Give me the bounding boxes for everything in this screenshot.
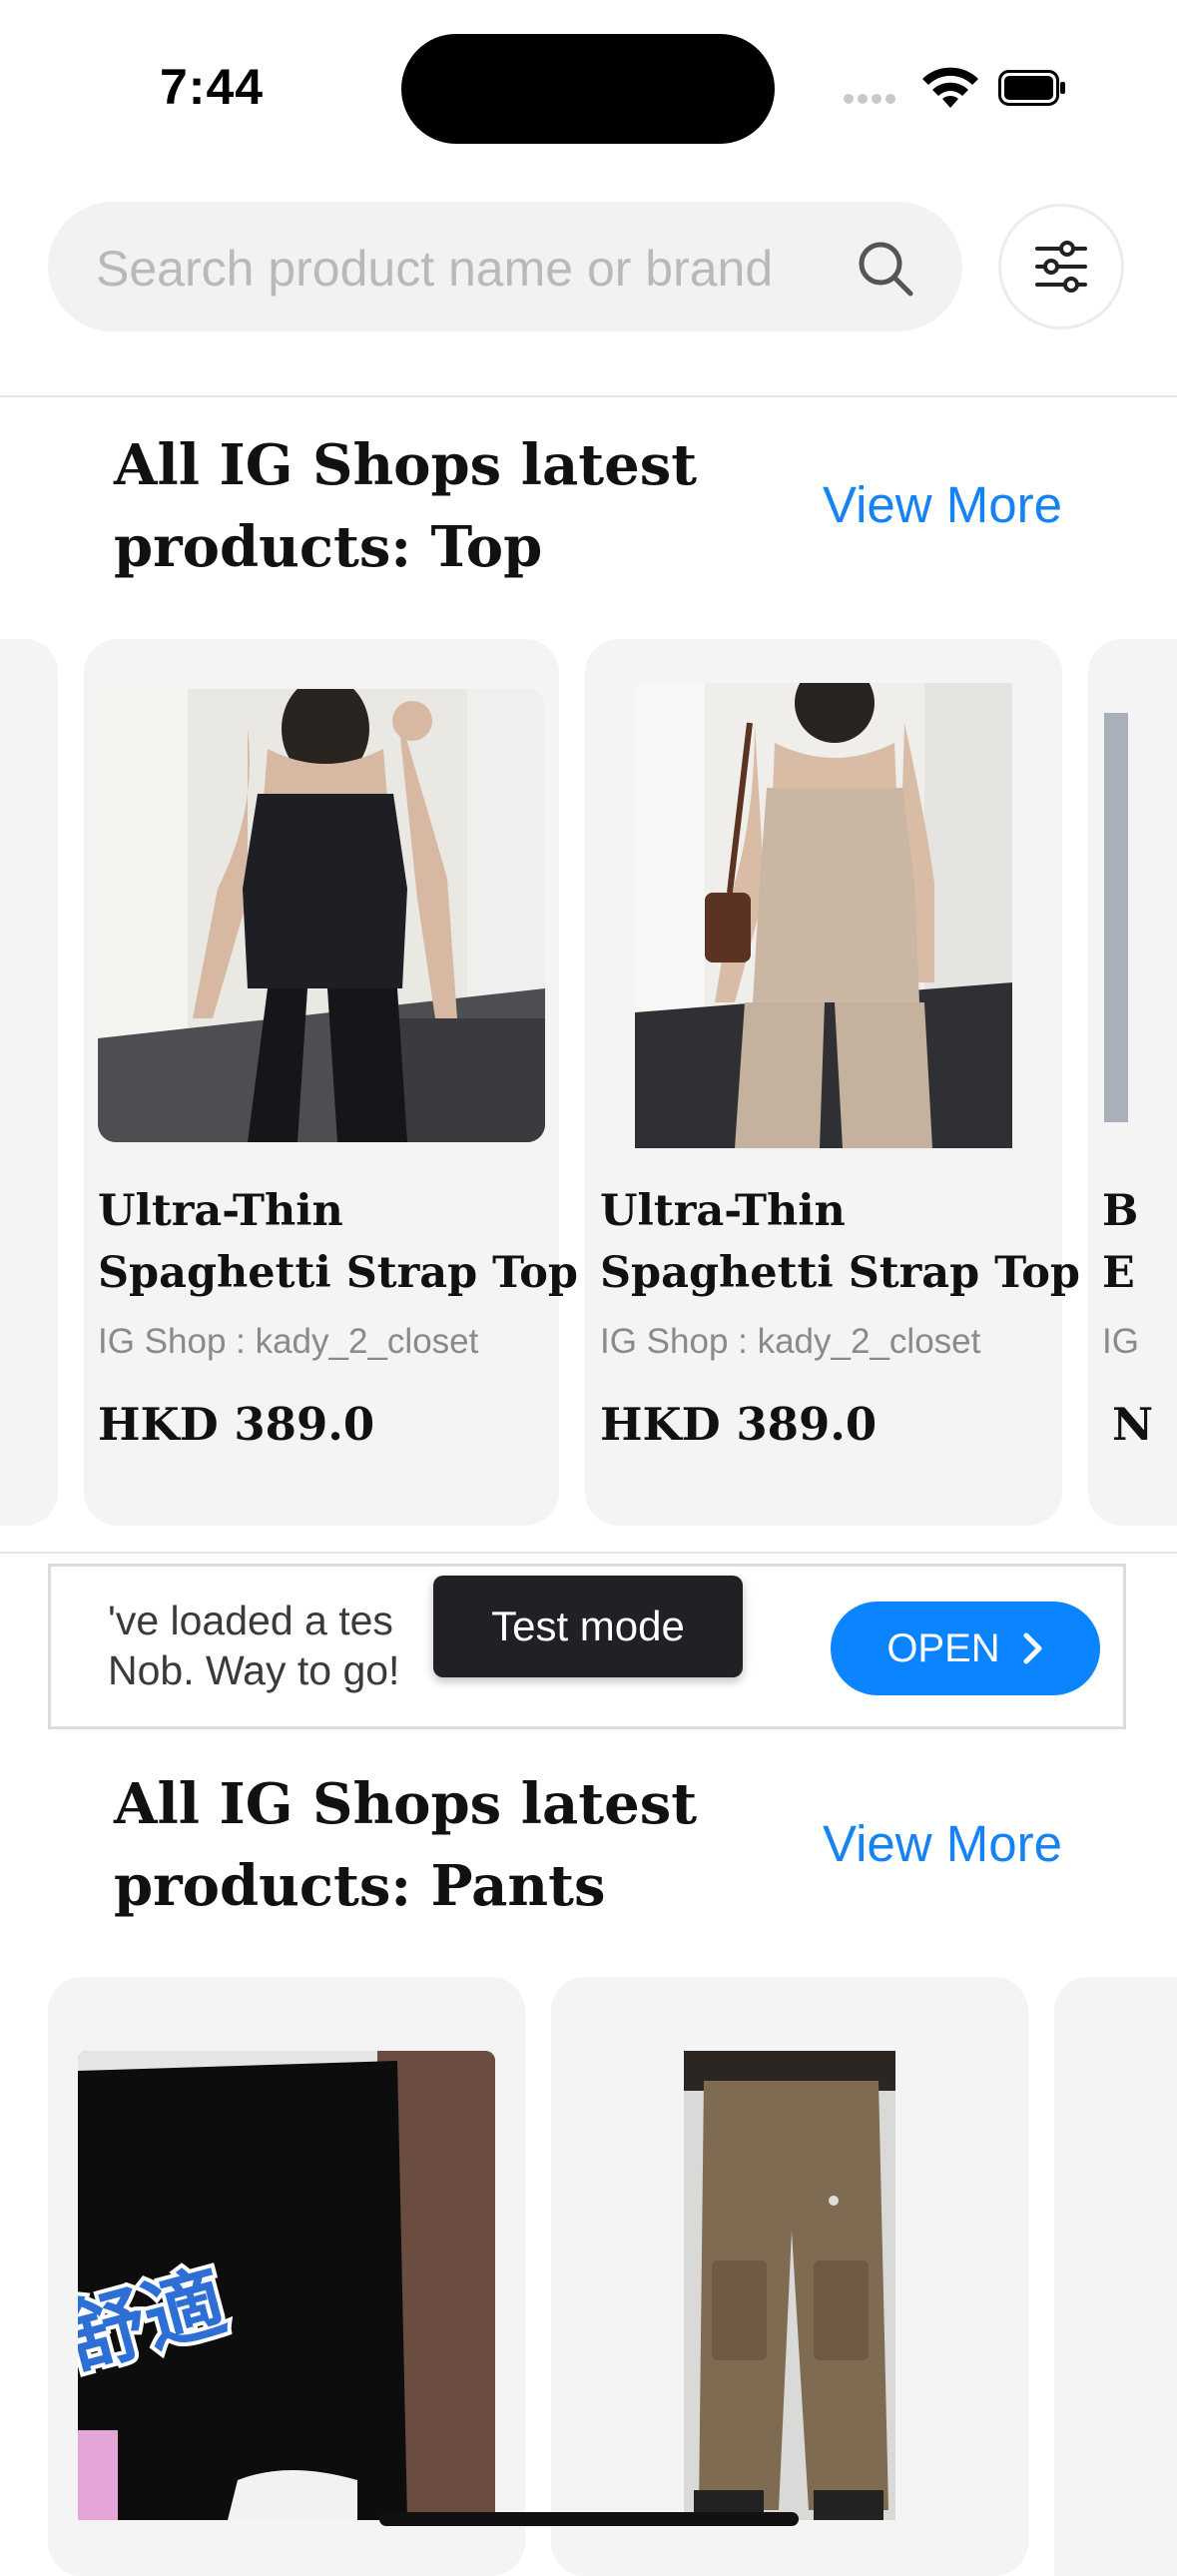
ad-line-2: Nob. Way to go!	[108, 1647, 400, 1693]
product-image[interactable]	[635, 683, 1012, 1148]
ad-open-button[interactable]: OPEN	[831, 1602, 1100, 1695]
sliders-icon	[1035, 241, 1087, 293]
beige-cami-photo	[635, 683, 1012, 1148]
search-icon[interactable]	[855, 238, 916, 300]
product-card-partial-right[interactable]	[1088, 639, 1177, 1526]
test-mode-badge: Test mode	[433, 1576, 743, 1677]
black-pants-photo: 舒適	[78, 2051, 495, 2520]
product-name: E	[1102, 1248, 1135, 1298]
product-price: N	[1112, 1398, 1154, 1451]
status-time: 7:44	[160, 59, 265, 115]
black-cami-photo	[98, 689, 545, 1142]
dynamic-island	[401, 34, 775, 144]
section-title-pants: All IG Shops latest products: Pants	[114, 1771, 698, 1919]
product-name: Ultra-Thin	[98, 1186, 343, 1236]
product-card-partial-left[interactable]	[0, 639, 58, 1526]
product-shop: IG	[1102, 1322, 1139, 1361]
product-shop: IG Shop : kady_2_closet	[600, 1322, 981, 1361]
product-name: Ultra-Thin	[600, 1186, 846, 1236]
product-price: HKD 389.0	[98, 1398, 375, 1451]
ad-message: 've loaded a tes Nob. Way to go!	[108, 1596, 437, 1695]
view-more-pants-link[interactable]: View More	[823, 1814, 1062, 1873]
header-divider	[0, 395, 1177, 397]
home-indicator[interactable]	[379, 2512, 799, 2526]
battery-icon	[998, 70, 1065, 106]
product-image[interactable]: 舒適	[78, 2051, 495, 2520]
product-card-partial-right[interactable]	[1054, 1977, 1177, 2576]
product-price: HKD 389.0	[600, 1398, 878, 1451]
view-more-top-link[interactable]: View More	[823, 475, 1062, 534]
product-name: B	[1102, 1186, 1139, 1236]
open-button-label: OPEN	[886, 1625, 1000, 1670]
product-name: Spaghetti Strap Top	[98, 1248, 578, 1298]
search-input[interactable]: Search product name or brand	[96, 240, 773, 298]
product-image-partial[interactable]	[1104, 713, 1128, 1122]
wifi-icon	[922, 67, 978, 108]
ad-line-1: 've loaded a tes	[108, 1598, 393, 1643]
cargo-pants-photo	[684, 2051, 895, 2520]
section-title-top: All IG Shops latest products: Top	[114, 432, 698, 580]
chevron-right-icon	[1023, 1632, 1042, 1664]
product-name: Spaghetti Strap Top	[600, 1248, 1080, 1298]
product-image[interactable]	[98, 689, 545, 1142]
section-divider	[0, 1552, 1177, 1554]
product-image[interactable]	[684, 2051, 895, 2520]
product-shop: IG Shop : kady_2_closet	[98, 1322, 479, 1361]
